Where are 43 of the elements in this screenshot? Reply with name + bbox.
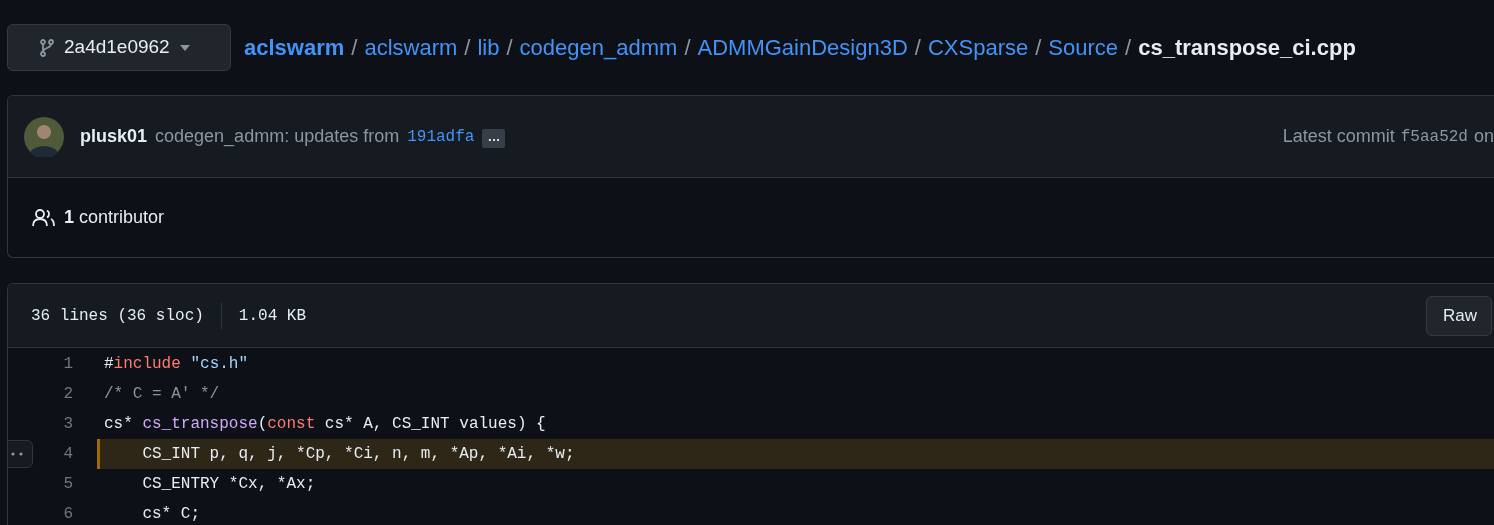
people-icon — [32, 208, 56, 227]
path-separator: / — [1035, 34, 1042, 62]
raw-button[interactable]: Raw — [1426, 295, 1492, 336]
commit-sha-link[interactable]: f5aa52d — [1400, 124, 1468, 149]
contributors-text[interactable]: 1 contributor — [64, 204, 165, 231]
latest-commit-label: Latest commit — [1282, 125, 1395, 148]
commit-message: codegen_admm: updates from — [155, 125, 400, 149]
file-name: cs_transpose_ci.cpp — [1138, 34, 1356, 62]
breadcrumb-link[interactable]: Source — [1048, 31, 1119, 64]
line-number: 2 — [62, 384, 74, 405]
repo-owner-link[interactable]: aclswarm — [244, 31, 345, 64]
line-number: 5 — [62, 474, 74, 495]
path-separator: / — [464, 34, 471, 62]
line-number: 4 — [62, 444, 74, 465]
commit-date-text: on — [1473, 125, 1494, 148]
branch-button[interactable]: 2a4d1e0962 — [7, 24, 231, 71]
breadcrumb-link[interactable]: codegen_admm — [519, 31, 678, 64]
path-separator: / — [1125, 34, 1132, 62]
line-number: 1 — [62, 354, 74, 375]
line-number: 6 — [62, 504, 74, 525]
path-separator: / — [914, 34, 921, 62]
code-line: cs* cs_transpose(const cs* A, CS_INT values) { — [103, 414, 547, 435]
branch-icon — [40, 38, 54, 57]
path-separator: / — [351, 34, 358, 62]
file-size: 1.04 KB — [238, 305, 307, 327]
commit-link[interactable]: 191adfa — [407, 124, 475, 149]
caret-icon — [179, 44, 190, 51]
expand-button[interactable]: … — [482, 129, 506, 148]
path-separator: / — [506, 34, 513, 62]
line-number: 3 — [62, 414, 74, 435]
line-count: 36 lines (36 sloc) — [31, 305, 204, 327]
breadcrumb-link[interactable]: ADMMGainDesign3D — [697, 31, 908, 64]
code-line: CS_ENTRY *Cx, *Ax; — [141, 474, 317, 495]
code-line: cs* C; — [141, 504, 201, 525]
author-link[interactable]: plusk01 — [80, 123, 148, 150]
breadcrumb-link[interactable]: lib — [477, 31, 500, 64]
code-line: /* C = A' */ — [103, 384, 221, 405]
code-line: #include "cs.h" — [103, 354, 250, 375]
more-icon — [11, 452, 23, 456]
path-separator: / — [684, 34, 691, 62]
avatar[interactable] — [24, 116, 64, 157]
breadcrumb-link[interactable]: aclswarm — [364, 31, 458, 64]
breadcrumb-link[interactable]: CXSparse — [927, 31, 1029, 64]
